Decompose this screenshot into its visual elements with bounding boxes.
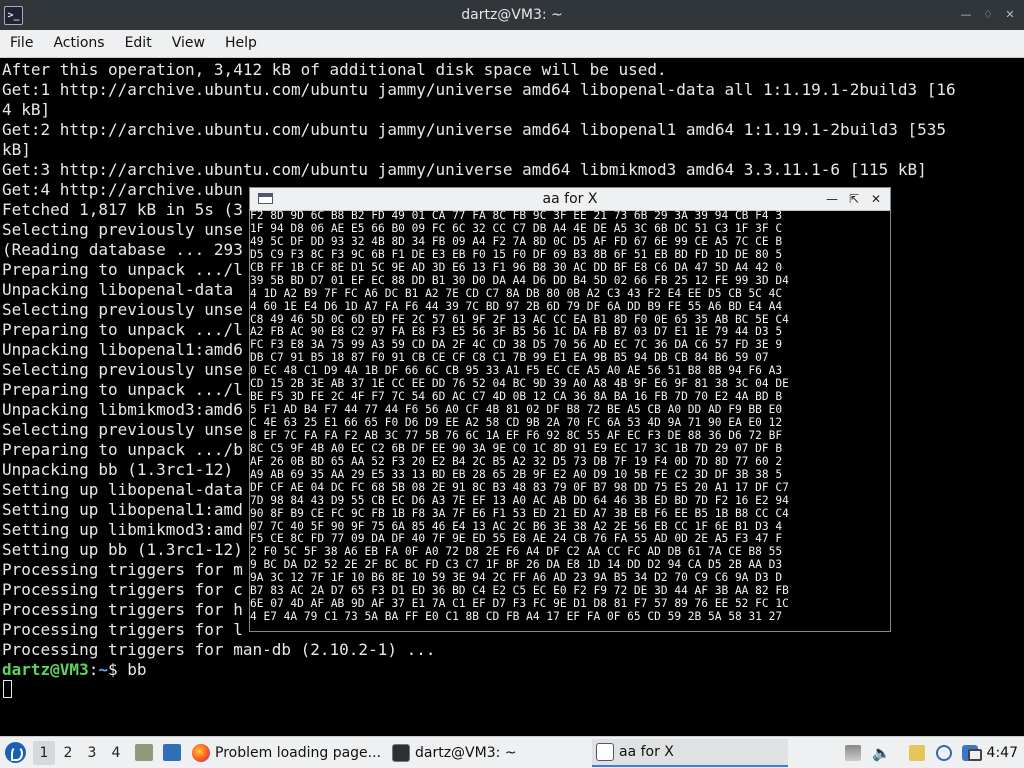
terminal-line: 4 kB] [2,100,51,119]
minimize-icon[interactable]: — [824,190,840,208]
terminal-line: Get:1 http://archive.ubuntu.com/ubuntu j… [2,80,956,99]
close-icon[interactable]: ✕ [1002,8,1018,22]
workspace-2[interactable]: 2 [57,741,79,765]
terminal-line: Get:2 http://archive.ubuntu.com/ubuntu j… [2,120,947,139]
terminal-line: Processing triggers for man-db (2.10.2-1… [2,640,436,659]
terminal-line: After this operation, 3,412 kB of additi… [2,60,667,79]
network-icon[interactable] [936,745,952,761]
maximize-icon[interactable]: ⇱ [846,190,862,208]
hex-line: 4 1D A2 B9 7F FC A6 DC B1 A2 7E CD C7 8A… [250,286,783,300]
task-aa-for-x[interactable]: aa for X [592,739,788,767]
menu-actions[interactable]: Actions [43,30,114,57]
hex-line: 8C C5 9F 4B A0 EC C2 6B DF EE 90 3A 9E C… [250,441,783,455]
hex-dump-area: F2 8D 9D 6C B8 B2 FD 49 01 CA 77 FA 8C F… [250,210,890,631]
hex-line: 90 8F B9 CE FC 9C FB 1B F8 3A 7F E6 F1 5… [250,506,789,520]
hex-line: 4 60 1E E4 D6 1D A7 FA F6 44 39 7C BD 97… [250,299,783,313]
hex-line: 4 E7 4A 79 C1 73 5A BA FF E0 C1 8B CD FB… [250,610,783,624]
aa-window-title: aa for X [542,191,598,207]
battery-icon[interactable] [845,745,861,761]
firefox-icon [192,744,210,762]
hex-line: 1F 94 D8 06 AE E5 66 B0 09 FC 6C 32 CC C… [250,221,783,235]
terminal-cursor [3,680,12,698]
task-terminal-label: dartz@VM3: ~ [415,745,517,761]
close-icon[interactable]: ✕ [868,190,884,208]
minimize-icon[interactable]: — [958,8,974,22]
menu-view[interactable]: View [162,30,215,57]
show-desktop-icon[interactable] [163,744,181,761]
terminal-line: Get:3 http://archive.ubuntu.com/ubuntu j… [2,160,927,179]
hex-line: D5 C9 F3 8C F3 9C 6B F1 DE E3 EB F0 15 F… [250,247,783,261]
hex-line: 7D 98 84 43 D9 55 CB EC D6 A3 7E EF 13 A… [250,493,789,507]
hex-line: A9 AB 69 35 AA 29 E5 33 13 BD EB 28 65 2… [250,467,783,481]
start-menu-icon[interactable] [5,742,26,763]
prompt-symbol: $ [107,660,128,679]
prompt-command: bb [127,660,147,679]
menu-bar: File Actions Edit View Help [0,30,1024,58]
taskbar-clock[interactable]: 4:47 [987,737,1018,768]
prompt-separator: : [88,660,99,679]
window-icon [596,743,614,761]
menu-edit[interactable]: Edit [115,30,162,57]
aa-for-x-window[interactable]: aa for X — ⇱ ✕ F2 8D 9D 6C B8 B2 FD 49 0… [249,187,891,632]
task-firefox-label: Problem loading page... [215,745,382,761]
window-title: dartz@VM3: ~ [461,7,563,23]
terminal-line: kB] [2,140,31,159]
maximize-icon[interactable]: ♢ [980,8,996,22]
aa-window-titlebar[interactable]: aa for X — ⇱ ✕ [250,188,890,211]
hex-line: C 4E 63 25 E1 66 65 F0 D6 D9 EE A2 58 CD… [250,416,783,429]
file-manager-icon[interactable] [135,744,153,761]
workspace-1[interactable]: 1 [33,741,55,765]
menu-file[interactable]: File [0,30,43,57]
volume-icon[interactable]: 🔈 [872,745,891,761]
terminal-icon [392,744,410,762]
menu-help[interactable]: Help [215,30,267,57]
clipboard-icon[interactable] [909,745,925,761]
display-icon[interactable] [968,749,982,761]
hex-line: F2 8D 9D 6C B8 B2 FD 49 01 CA 77 FA 8C F… [250,210,783,222]
hex-line: 8 EF 7C FA FA F2 AB 3C 77 5B 76 6C 1A EF… [250,428,783,442]
prompt-path: ~ [98,660,108,679]
taskbar: 1 2 3 4 Problem loading page... dartz@VM… [0,736,1024,768]
hex-line: DF CF AE 04 DC FC 68 5B 08 2E 91 8C B3 4… [250,480,789,494]
workspace-3[interactable]: 3 [81,741,103,765]
terminal-titlebar[interactable]: >_ dartz@VM3: ~ — ♢ ✕ [0,0,1024,30]
hex-line: AF 26 0B BD 65 AA 52 F3 20 E2 B4 2C B5 A… [250,454,783,468]
shell-prompt: dartz@VM3:~$ bb [2,660,147,680]
task-aa-label: aa for X [619,744,674,760]
prompt-user-host: dartz@VM3 [2,660,89,679]
workspace-4[interactable]: 4 [105,741,127,765]
hex-line: CB FF 1B CF 8E D1 5C 9E AD 3D E6 13 F1 9… [250,260,783,274]
task-terminal[interactable]: dartz@VM3: ~ [392,739,588,767]
hex-line: 49 5C DF DD 93 32 4B 8D 34 FB 09 A4 F2 7… [250,234,783,248]
task-firefox[interactable]: Problem loading page... [192,739,388,767]
hex-line: 39 5B BD D7 01 EF EC 88 DD B1 30 D0 DA A… [250,273,789,287]
